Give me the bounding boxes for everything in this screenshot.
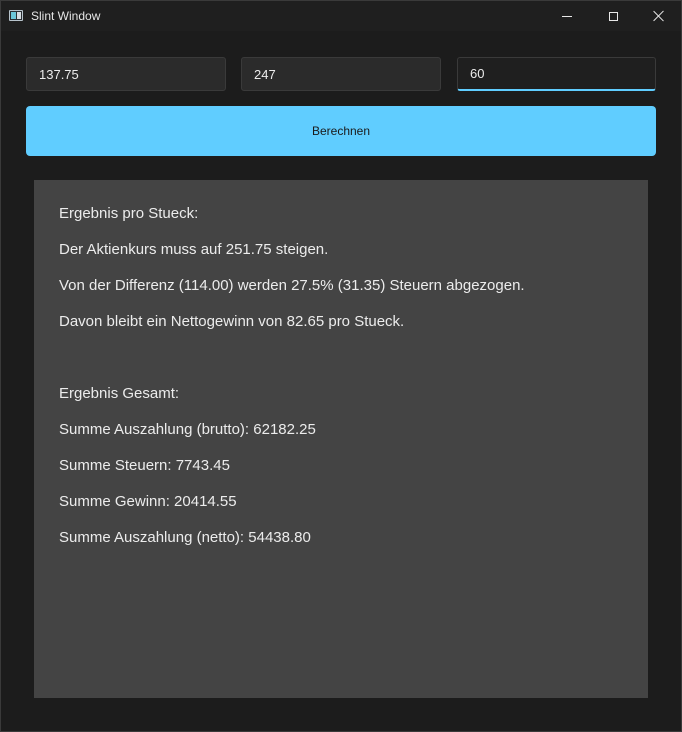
app-window: Slint Window Berechnen Ergebnis pro Stue…	[0, 0, 682, 732]
result-line-taxes: Summe Steuern: 7743.45	[59, 457, 230, 474]
close-icon	[653, 10, 665, 22]
input-field-2[interactable]	[241, 57, 441, 91]
result-heading-total: Ergebnis Gesamt:	[59, 385, 180, 402]
app-window-icon	[9, 10, 23, 21]
result-line-tax: Von der Differenz (114.00) werden 27.5% …	[59, 277, 525, 294]
maximize-button[interactable]	[590, 1, 636, 31]
berechnen-button[interactable]: Berechnen	[26, 106, 656, 156]
result-panel: Ergebnis pro Stueck: Der Aktienkurs muss…	[34, 180, 648, 698]
result-line-net: Davon bleibt ein Nettogewinn von 82.65 p…	[59, 313, 405, 330]
result-line-price: Der Aktienkurs muss auf 251.75 steigen.	[59, 241, 329, 258]
minimize-icon	[562, 15, 572, 17]
close-button[interactable]	[636, 1, 682, 31]
input-field-3[interactable]	[457, 57, 656, 91]
title-bar[interactable]: Slint Window	[1, 1, 681, 31]
input-field-1[interactable]	[26, 57, 226, 91]
window-title: Slint Window	[31, 9, 101, 23]
result-heading-per-piece: Ergebnis pro Stueck:	[59, 205, 199, 222]
maximize-icon	[608, 11, 618, 21]
result-line-payout-net: Summe Auszahlung (netto): 54438.80	[59, 529, 311, 546]
result-line-gross: Summe Auszahlung (brutto): 62182.25	[59, 421, 316, 438]
minimize-button[interactable]	[544, 1, 590, 31]
result-line-profit: Summe Gewinn: 20414.55	[59, 493, 237, 510]
